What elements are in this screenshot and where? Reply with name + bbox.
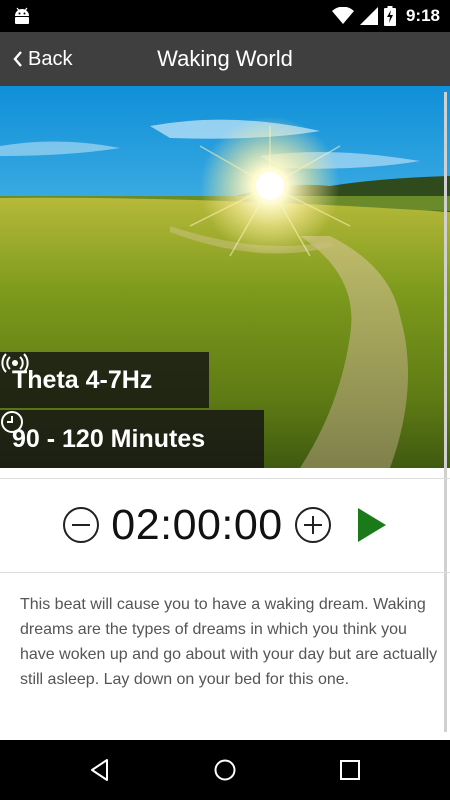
battery-charging-icon <box>383 6 396 26</box>
hero-image: Theta 4-7Hz 90 - 120 Minutes <box>0 86 450 468</box>
android-icon <box>15 7 29 24</box>
app-bar: Back Waking World <box>0 32 450 86</box>
plus-icon-vertical <box>311 516 314 534</box>
timer-controls: 02:00:00 <box>0 478 450 572</box>
status-time: 9:18 <box>405 6 440 25</box>
navigation-bar <box>0 740 450 800</box>
clock-icon <box>1 411 23 433</box>
frequency-label: Theta 4-7Hz <box>12 365 153 394</box>
duration-label: 90 - 120 Minutes <box>12 424 206 453</box>
increase-time-button[interactable] <box>294 507 331 543</box>
broadcast-icon <box>1 353 29 373</box>
wifi-icon <box>331 7 354 24</box>
scrollbar[interactable] <box>444 92 447 732</box>
decrease-time-button[interactable] <box>63 507 100 543</box>
signal-icon <box>359 7 378 25</box>
timer-display: 02:00:00 <box>111 500 283 549</box>
back-button[interactable]: Back <box>12 32 72 86</box>
home-nav-icon[interactable] <box>213 758 237 782</box>
minus-icon <box>72 524 91 526</box>
duration-badge: 90 - 120 Minutes <box>0 410 264 468</box>
description-text: This beat will cause you to have a wakin… <box>20 596 438 688</box>
frequency-badge: Theta 4-7Hz <box>0 352 209 408</box>
chevron-left-icon <box>13 51 22 67</box>
recents-nav-icon[interactable] <box>338 758 362 782</box>
divider <box>0 572 450 573</box>
back-nav-icon[interactable] <box>88 758 112 782</box>
status-bar: 9:18 <box>0 0 450 32</box>
play-button[interactable] <box>357 507 387 543</box>
back-label: Back <box>28 47 73 70</box>
